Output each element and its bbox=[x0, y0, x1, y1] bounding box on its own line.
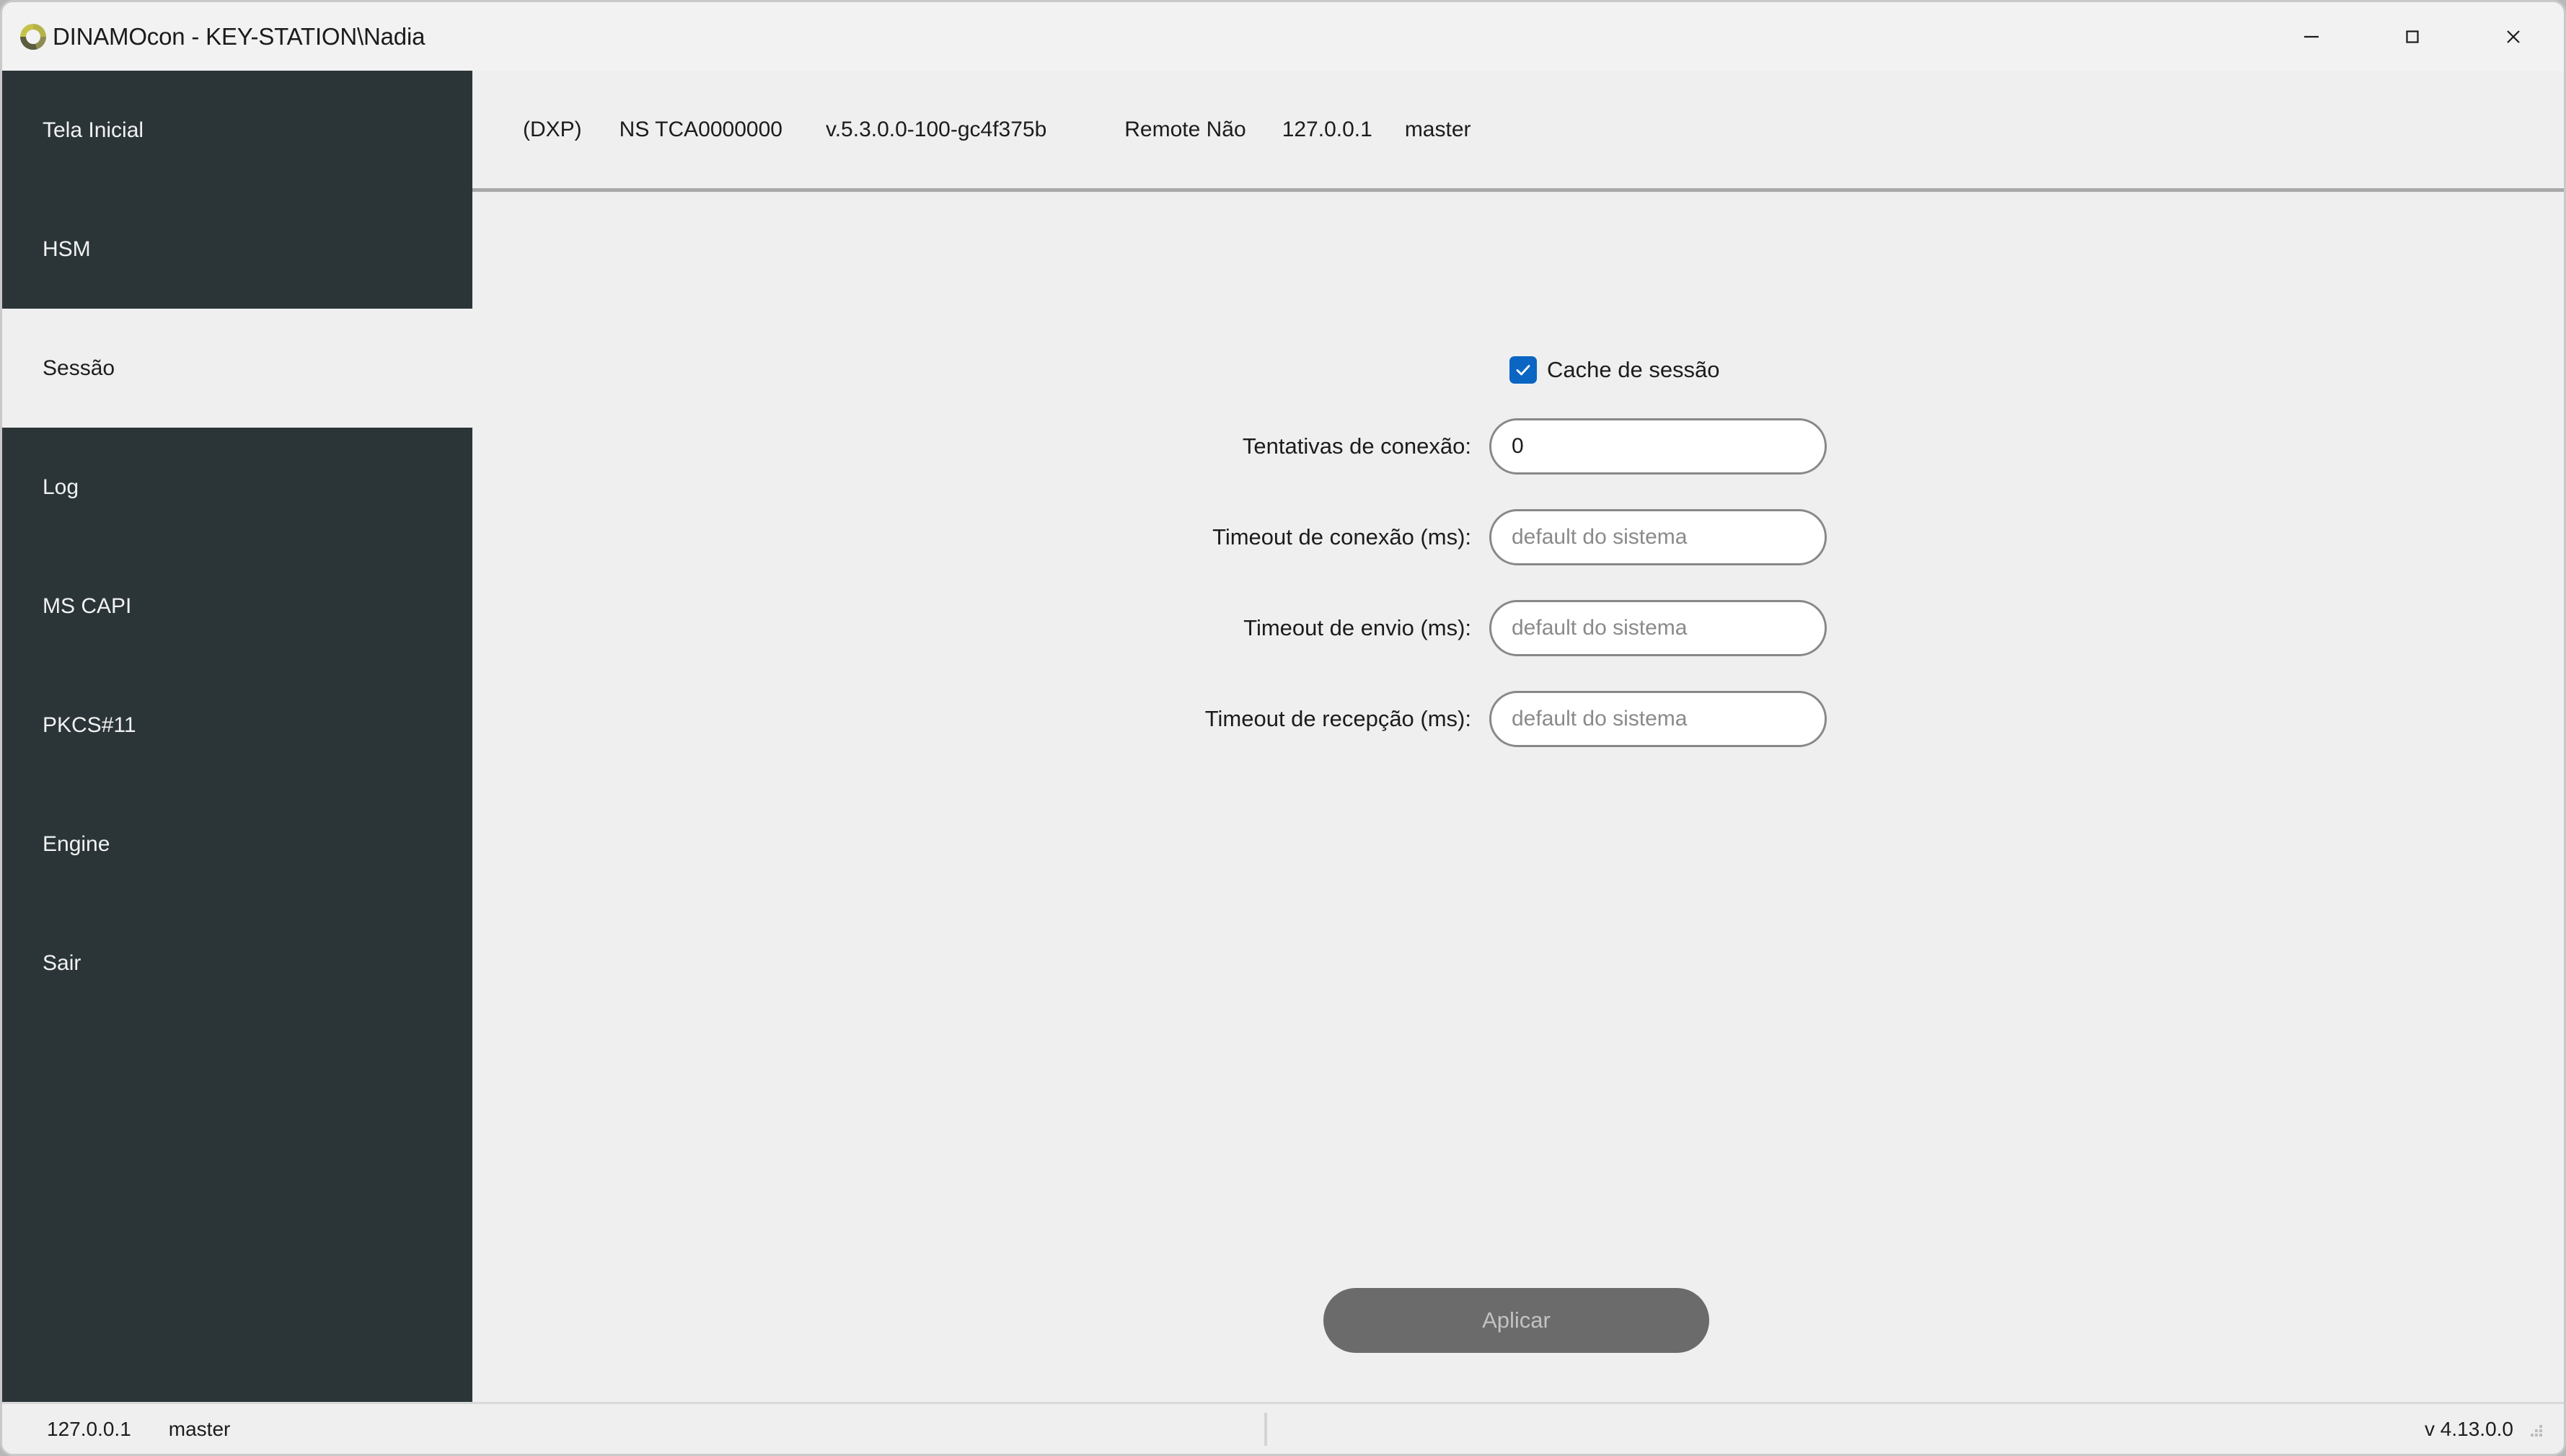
title-bar-left: DINAMOcon - KEY-STATION\Nadia bbox=[2, 22, 425, 52]
field-row-timeout-conexao: Timeout de conexão (ms): bbox=[472, 509, 2564, 565]
info-remote: Remote Não bbox=[1124, 117, 1246, 141]
form-grid: Cache de sessão Tentativas de conexão: T… bbox=[472, 192, 2564, 747]
timeout-de-recepcao-label: Timeout de recepção (ms): bbox=[1204, 706, 1471, 731]
apply-button-wrap: Aplicar bbox=[472, 1288, 2564, 1353]
info-user: master bbox=[1404, 117, 1471, 141]
timeout-de-envio-label: Timeout de envio (ms): bbox=[1243, 615, 1471, 640]
app-window: DINAMOcon - KEY-STATION\Nadia Tela Inici… bbox=[0, 0, 2566, 1456]
resize-grip-icon[interactable] bbox=[2526, 1421, 2545, 1439]
tentativas-de-conexao-input[interactable] bbox=[1489, 418, 1827, 475]
status-bar-left: 127.0.0.1 master bbox=[2, 1418, 1264, 1441]
session-form: Cache de sessão Tentativas de conexão: T… bbox=[472, 192, 2564, 1402]
close-icon bbox=[2503, 26, 2524, 48]
sidebar-item-log[interactable]: Log bbox=[2, 428, 472, 547]
cache-de-sessao-row[interactable]: Cache de sessão bbox=[1509, 356, 2564, 384]
content-area: (DXP) NS TCA0000000 v.5.3.0.0-100-gc4f37… bbox=[472, 71, 2564, 1402]
sidebar-item-label: MS CAPI bbox=[43, 594, 132, 618]
window-controls bbox=[2261, 2, 2564, 71]
sidebar-item-label: HSM bbox=[43, 237, 91, 261]
dinamo-ring-logo-icon bbox=[18, 22, 48, 52]
minimize-button[interactable] bbox=[2261, 2, 2362, 71]
timeout-de-conexao-label: Timeout de conexão (ms): bbox=[1212, 524, 1471, 550]
sidebar-item-label: Tela Inicial bbox=[43, 118, 144, 142]
timeout-de-conexao-input[interactable] bbox=[1489, 509, 1827, 565]
tentativas-de-conexao-label: Tentativas de conexão: bbox=[1242, 433, 1471, 459]
info-serial: NS TCA0000000 bbox=[619, 117, 782, 141]
sidebar-filler bbox=[2, 1023, 472, 1402]
timeout-de-envio-input[interactable] bbox=[1489, 600, 1827, 656]
info-mode: (DXP) bbox=[523, 117, 582, 141]
maximize-button[interactable] bbox=[2362, 2, 2463, 71]
info-address: 127.0.0.1 bbox=[1282, 117, 1372, 141]
field-row-timeout-envio: Timeout de envio (ms): bbox=[472, 600, 2564, 656]
sidebar-item-label: Sair bbox=[43, 950, 81, 975]
status-version: v 4.13.0.0 bbox=[2425, 1417, 2513, 1440]
field-row-tentativas: Tentativas de conexão: bbox=[472, 418, 2564, 475]
body-row: Tela Inicial HSM Sessão Log MS CAPI PKCS… bbox=[2, 71, 2564, 1402]
check-icon bbox=[1514, 361, 1533, 379]
sidebar-item-label: Engine bbox=[43, 831, 110, 856]
cache-de-sessao-label: Cache de sessão bbox=[1547, 357, 1720, 382]
timeout-de-recepcao-input[interactable] bbox=[1489, 691, 1827, 747]
sidebar-item-hsm[interactable]: HSM bbox=[2, 190, 472, 309]
sidebar: Tela Inicial HSM Sessão Log MS CAPI PKCS… bbox=[2, 71, 472, 1402]
info-bar: (DXP) NS TCA0000000 v.5.3.0.0-100-gc4f37… bbox=[472, 71, 2564, 192]
sidebar-item-label: PKCS#11 bbox=[43, 712, 136, 737]
window-title: DINAMOcon - KEY-STATION\Nadia bbox=[53, 22, 426, 50]
sidebar-item-sair[interactable]: Sair bbox=[2, 904, 472, 1023]
cache-de-sessao-checkbox[interactable] bbox=[1509, 356, 1537, 384]
close-button[interactable] bbox=[2463, 2, 2564, 71]
sidebar-item-sessao[interactable]: Sessão bbox=[2, 309, 472, 428]
minimize-icon bbox=[2301, 26, 2322, 48]
sidebar-item-tela-inicial[interactable]: Tela Inicial bbox=[2, 71, 472, 190]
status-user: master bbox=[168, 1417, 231, 1440]
sidebar-item-label: Log bbox=[43, 475, 79, 499]
title-bar: DINAMOcon - KEY-STATION\Nadia bbox=[2, 2, 2564, 71]
sidebar-item-label: Sessão bbox=[43, 356, 115, 380]
field-row-timeout-recepcao: Timeout de recepção (ms): bbox=[472, 691, 2564, 747]
sidebar-item-engine[interactable]: Engine bbox=[2, 785, 472, 904]
sidebar-item-ms-capi[interactable]: MS CAPI bbox=[2, 547, 472, 666]
info-version: v.5.3.0.0-100-gc4f375b bbox=[825, 117, 1047, 141]
maximize-icon bbox=[2402, 26, 2423, 48]
status-divider bbox=[1264, 1412, 1267, 1446]
status-bar-right: v 4.13.0.0 bbox=[2425, 1418, 2564, 1441]
sidebar-item-pkcs11[interactable]: PKCS#11 bbox=[2, 666, 472, 785]
apply-button[interactable]: Aplicar bbox=[1323, 1288, 1709, 1353]
status-bar: 127.0.0.1 master v 4.13.0.0 bbox=[2, 1402, 2564, 1454]
status-address: 127.0.0.1 bbox=[47, 1417, 131, 1440]
